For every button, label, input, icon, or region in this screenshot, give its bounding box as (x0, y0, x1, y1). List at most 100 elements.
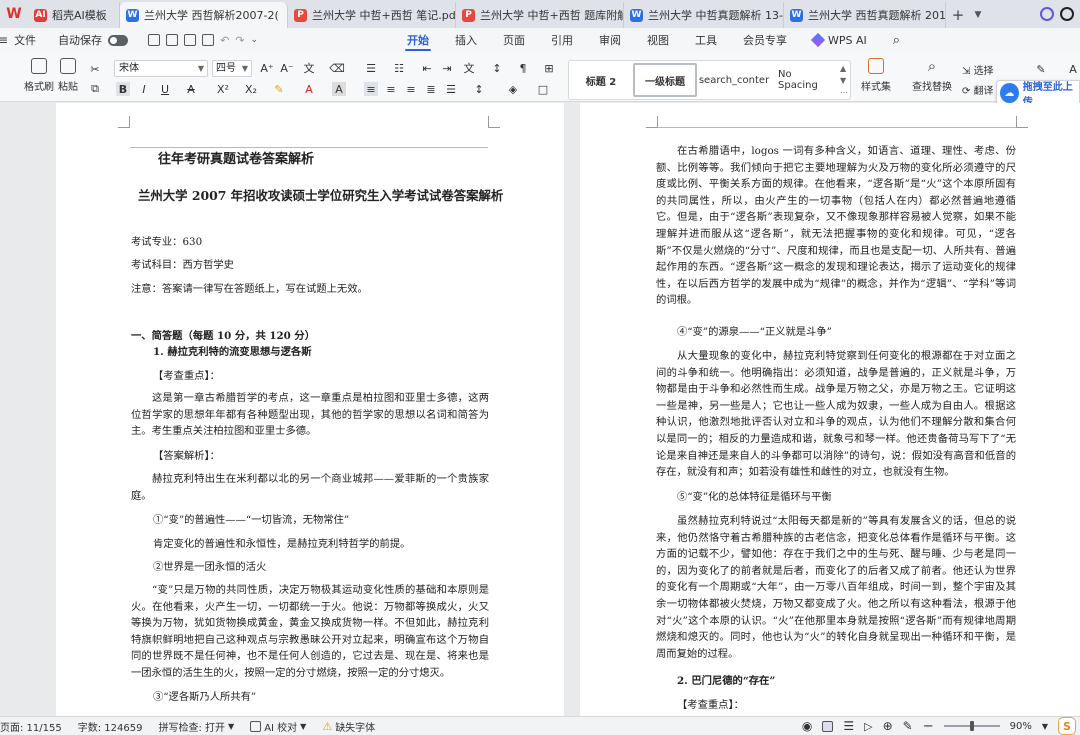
justify-icon[interactable]: ≣ (424, 82, 438, 96)
new-tab-button[interactable]: + (946, 2, 970, 28)
zoom-out-icon[interactable]: − (923, 719, 934, 734)
copy-icon[interactable]: ⧉ (88, 82, 102, 96)
subscript-icon[interactable]: X₂ (244, 82, 258, 96)
export-icon[interactable] (166, 34, 179, 46)
menu-page[interactable]: 页面 (490, 28, 538, 52)
align-right-icon[interactable]: ≡ (404, 82, 418, 96)
left-page[interactable]: 往年考研真题试卷答案解析 兰州大学 2007 年招收攻读硕士学位研究生入学考试试… (56, 103, 564, 716)
word-count[interactable]: 字数: 124659 (70, 719, 151, 734)
font-family-select[interactable]: 宋体 ▼ (114, 60, 208, 77)
increase-font-icon[interactable]: A⁺ (260, 61, 274, 75)
outline-view-icon[interactable]: ☰ (843, 719, 854, 733)
tab-daoke-ai[interactable]: AI 稻壳AI模板 (28, 2, 120, 28)
ai-proofread[interactable]: AI 校对 ▼ (242, 719, 314, 734)
cut-icon[interactable]: ✂ (88, 62, 102, 76)
print-icon[interactable] (184, 34, 197, 46)
decrease-font-icon[interactable]: A⁻ (280, 61, 294, 75)
missing-font[interactable]: ⚠ 缺失字体 (314, 719, 383, 734)
tab-western-philosophy[interactable]: W 兰州大学 西哲真题解析 2013-20 (784, 2, 946, 28)
web-view-icon[interactable]: ⊕ (883, 719, 893, 733)
tab-active-document[interactable]: W 兰州大学 西哲解析2007-2( ✕ (120, 2, 288, 28)
strikethrough-icon[interactable]: A (184, 82, 198, 96)
zoom-level[interactable]: 90% (1010, 721, 1032, 732)
outdent-icon[interactable]: ⇤ (420, 61, 434, 75)
font-size-select[interactable]: 四号 ▼ (212, 60, 252, 77)
reading-mode-icon[interactable]: ▷ (864, 720, 872, 733)
autosave-toggle[interactable] (108, 34, 129, 46)
superscript-icon[interactable]: X² (216, 82, 230, 96)
menu-wps-ai[interactable]: WPS AI (800, 28, 880, 52)
menu-member[interactable]: 会员专享 (730, 28, 800, 52)
right-page[interactable]: 在古希腊语中，logos 一词有多种含义，如语言、道理、理性、考虑、份额、比例等… (580, 103, 1080, 716)
page-count[interactable]: 页面: 11/155 (0, 719, 70, 734)
translate-button[interactable]: ⟳ 翻译 (962, 82, 994, 97)
zoom-slider[interactable] (943, 721, 1000, 731)
expand-icon[interactable]: ⋯ (840, 87, 848, 99)
redo-icon[interactable]: ↷ (235, 34, 244, 47)
paste-button[interactable]: 粘贴 (58, 58, 78, 93)
style-scroll[interactable]: ▲ ▼ ⋯ (840, 63, 848, 99)
align-center-icon[interactable]: ≡ (384, 82, 398, 96)
save-icon[interactable] (148, 34, 161, 46)
distributed-icon[interactable]: ☰ (444, 82, 458, 96)
char-shading-icon[interactable]: A (332, 82, 346, 96)
text-tool-icon[interactable]: A (1066, 62, 1080, 76)
wps-logo-icon[interactable]: W (0, 0, 28, 28)
show-marks-icon[interactable]: ¶ (516, 61, 530, 75)
write-mode-icon[interactable]: ✎ (903, 719, 913, 733)
ai-write-icon[interactable]: ✎ (1034, 62, 1048, 76)
bullet-list-icon[interactable]: ☰ (364, 61, 378, 75)
style-heading-2[interactable]: 标题 2 (569, 63, 633, 97)
tab-pdf-question-bank[interactable]: P 兰州大学 中哲+西哲 题库附解析.p (456, 2, 624, 28)
format-painter-button[interactable]: 格式刷 (24, 58, 54, 93)
clear-format-icon[interactable]: ⌫ (329, 61, 345, 75)
table-border-icon[interactable]: ⊞ (542, 61, 556, 75)
menu-home[interactable]: 开始 (394, 28, 442, 52)
copilot-icon[interactable] (1040, 7, 1054, 21)
chevron-down-icon[interactable]: ▼ (840, 75, 848, 87)
style-search-conter[interactable]: search_conter (697, 63, 771, 97)
line-spacing-icon[interactable]: ↕ (472, 82, 486, 96)
highlight-icon[interactable]: ✎ (272, 82, 286, 96)
menu-view[interactable]: 视图 (634, 28, 682, 52)
menu-hamburger-icon[interactable]: ≡ (0, 33, 8, 47)
tab-pdf-notes[interactable]: P 兰州大学 中哲+西哲 笔记.pdf (288, 2, 456, 28)
menu-review[interactable]: 审阅 (586, 28, 634, 52)
chinese-layout-icon[interactable]: 文 (462, 61, 476, 75)
find-replace-button[interactable]: ⌕ 查找替换 (912, 58, 952, 93)
point-paragraph: 肯定变化的普遍性和永恒性，是赫拉克利特哲学的前提。 (153, 538, 411, 550)
sogou-input-icon[interactable]: S (1058, 717, 1076, 735)
chevron-down-icon[interactable]: ▼ (1042, 722, 1048, 731)
more-chevron-icon[interactable]: ⌄ (251, 35, 259, 45)
align-left-icon[interactable]: ≡ (364, 82, 378, 96)
style-level-1-heading[interactable]: 一级标题 (633, 63, 697, 97)
undo-icon[interactable]: ↶ (220, 34, 229, 47)
phonetic-icon[interactable]: 文 (302, 61, 316, 75)
select-button[interactable]: ⇲ 选择 (962, 62, 994, 77)
spell-check[interactable]: 拼写检查: 打开 ▼ (150, 719, 242, 734)
chevron-up-icon[interactable]: ▲ (840, 63, 848, 75)
indent-icon[interactable]: ⇥ (440, 61, 454, 75)
tab-chinese-philosophy[interactable]: W 兰州大学 中哲真题解析 13-21.do (624, 2, 784, 28)
page-view-icon[interactable] (822, 720, 834, 732)
eye-protection-icon[interactable]: ◉ (802, 719, 812, 733)
shading-icon[interactable]: ◈ (506, 82, 520, 96)
borders-icon[interactable]: □ (536, 82, 550, 96)
search-icon[interactable]: ⌕ (880, 28, 913, 52)
document-area[interactable]: 往年考研真题试卷答案解析 兰州大学 2007 年招收攻读硕士学位研究生入学考试试… (0, 103, 1080, 716)
tab-list-chevron-icon[interactable]: ▼ (970, 2, 986, 28)
sort-icon[interactable]: ↕ (490, 61, 504, 75)
print-preview-icon[interactable] (202, 34, 215, 46)
underline-icon[interactable]: U (158, 82, 172, 96)
file-menu[interactable]: 文件 (14, 32, 36, 48)
menu-insert[interactable]: 插入 (442, 28, 490, 52)
style-set-button[interactable]: 样式集 (861, 58, 891, 93)
account-icon[interactable] (1060, 7, 1074, 21)
font-color-icon[interactable]: A (302, 82, 316, 96)
numbered-list-icon[interactable]: ☷ (392, 61, 406, 75)
bold-icon[interactable]: B (116, 82, 130, 96)
menu-tools[interactable]: 工具 (682, 28, 730, 52)
italic-icon[interactable]: I (137, 82, 151, 96)
style-no-spacing[interactable]: No Spacing (771, 63, 835, 97)
menu-references[interactable]: 引用 (538, 28, 586, 52)
